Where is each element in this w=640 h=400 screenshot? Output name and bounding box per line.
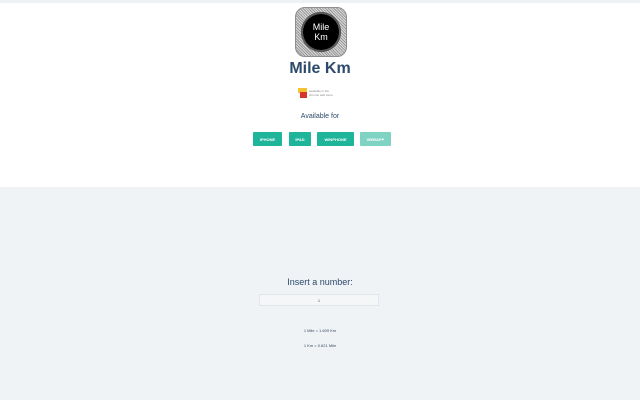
chrome-web-store-badge[interactable]: available in the chrome web store bbox=[298, 87, 342, 99]
winphone-button[interactable]: WINPHONE bbox=[317, 132, 354, 146]
available-for-heading: Available for bbox=[300, 113, 340, 120]
number-input[interactable] bbox=[259, 294, 379, 306]
app-icon-text-km: Km bbox=[314, 32, 328, 42]
km-to-mile-result: 1 Km = 0.621 Mile bbox=[303, 343, 337, 348]
ipad-button[interactable]: IPAD bbox=[289, 132, 311, 146]
chrome-web-store-icon bbox=[298, 88, 307, 98]
app-header-section: Mile Km Mile Km available in the chrome … bbox=[0, 3, 640, 187]
page-title: Mile Km bbox=[289, 60, 351, 77]
converter-section: Insert a number: 1 Mile = 1.609 Km 1 Km … bbox=[0, 187, 640, 400]
iphone-button[interactable]: IPHONE bbox=[253, 132, 282, 146]
store-badge-text: available in the chrome web store bbox=[309, 89, 343, 97]
mile-to-km-result: 1 Mile = 1.609 Km bbox=[303, 328, 337, 333]
store-badge-line2: chrome web store bbox=[309, 93, 333, 97]
app-icon-text-mile: Mile bbox=[312, 22, 330, 32]
webapp-button[interactable]: WEBAPP bbox=[360, 132, 391, 146]
app-icon-disc: Mile Km bbox=[301, 12, 341, 52]
app-icon: Mile Km bbox=[295, 7, 347, 57]
insert-number-label: Insert a number: bbox=[287, 277, 353, 287]
